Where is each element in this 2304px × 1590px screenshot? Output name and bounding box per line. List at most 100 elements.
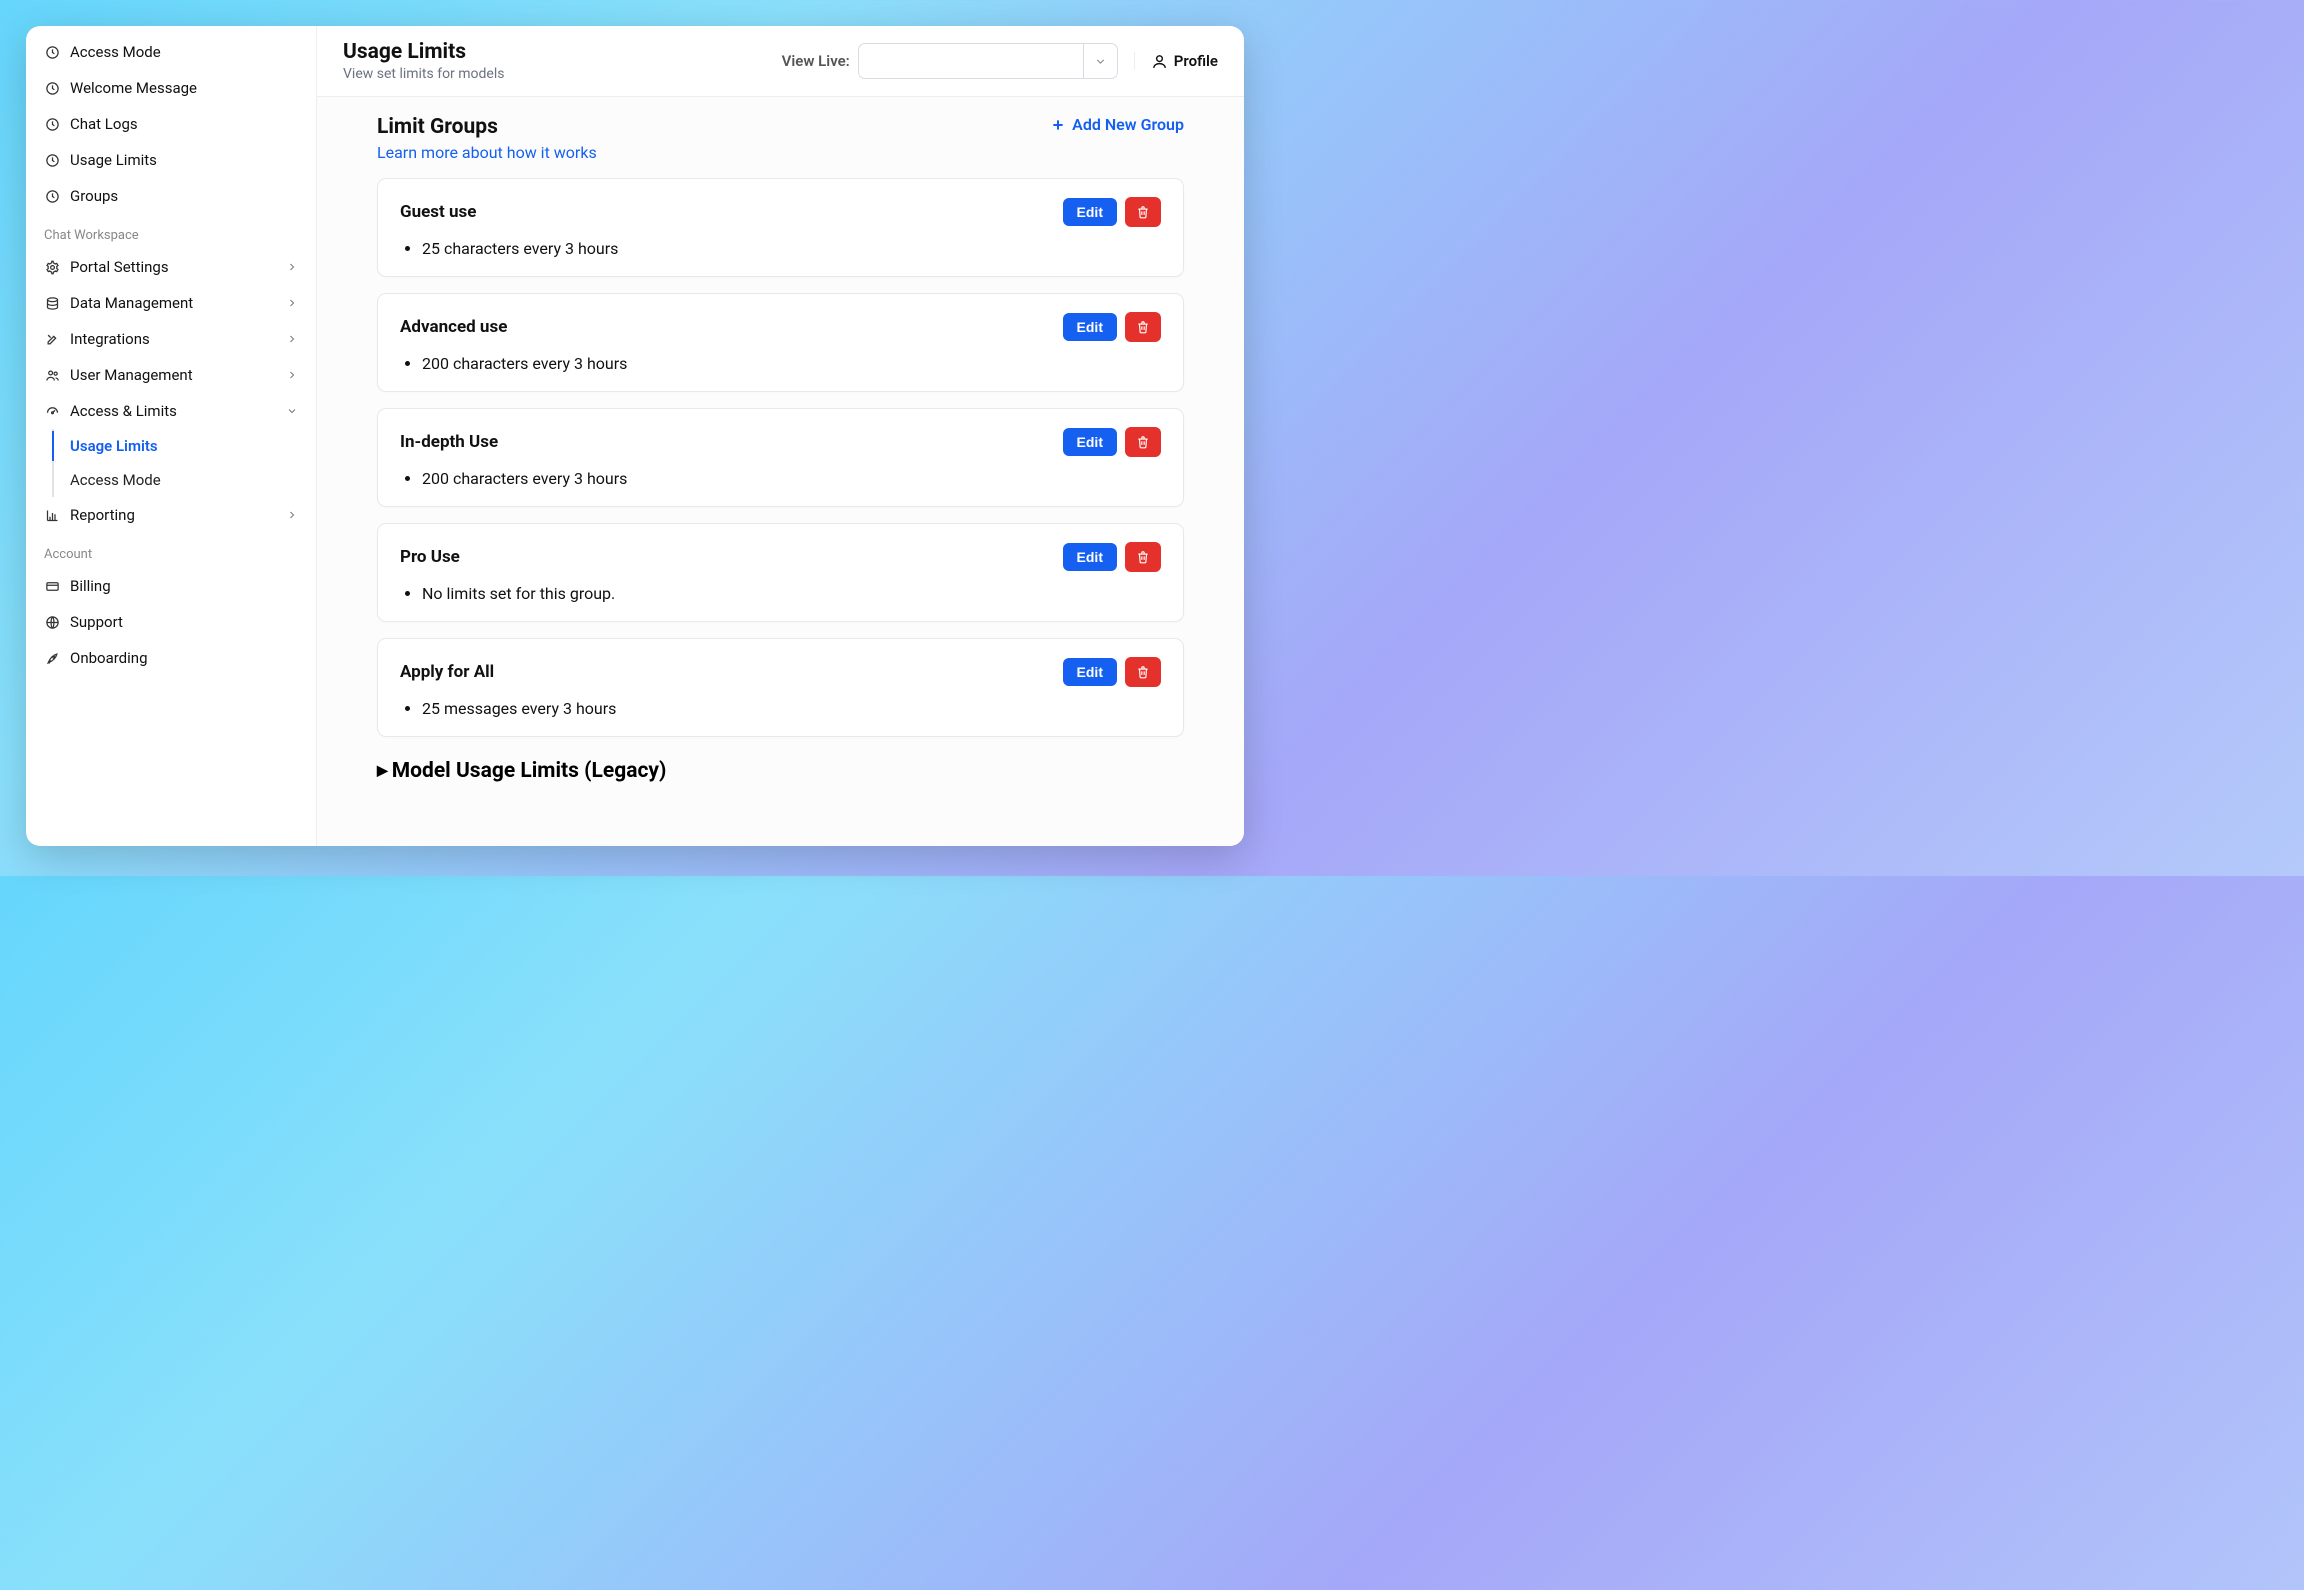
sidebar-item-label: Usage Limits xyxy=(70,151,298,169)
subnav-access-mode[interactable]: Access Mode xyxy=(54,463,310,497)
chevron-right-icon xyxy=(286,369,298,381)
model-usage-limits-legacy-toggle[interactable]: ▶ Model Usage Limits (Legacy) xyxy=(377,759,1184,783)
trash-icon xyxy=(1136,435,1150,449)
add-new-group-button[interactable]: Add New Group xyxy=(1050,115,1184,134)
trash-icon xyxy=(1136,205,1150,219)
rocket-icon xyxy=(44,650,60,666)
clock-icon xyxy=(44,116,60,132)
sidebar-item-label: Access Mode xyxy=(70,43,298,61)
sidebar-item-label: Support xyxy=(70,613,298,631)
chevron-right-icon xyxy=(286,297,298,309)
stack-icon xyxy=(44,295,60,311)
page-titles: Usage Limits View set limits for models xyxy=(343,40,782,82)
users-icon xyxy=(44,367,60,383)
view-live-label: View Live: xyxy=(782,52,850,70)
sidebar-item-label: Reporting xyxy=(70,506,286,524)
chevron-down-icon xyxy=(286,405,298,417)
main-panel: Usage Limits View set limits for models … xyxy=(316,26,1244,846)
sidebar-item-label: Welcome Message xyxy=(70,79,298,97)
sidebar-item-user-management[interactable]: User Management xyxy=(32,357,310,393)
limit-rule: 200 characters every 3 hours xyxy=(422,354,1161,373)
gauge-icon xyxy=(44,403,60,419)
edit-button[interactable]: Edit xyxy=(1063,313,1117,341)
sidebar-item-label: Integrations xyxy=(70,330,286,348)
sidebar-item-portal-settings[interactable]: Portal Settings xyxy=(32,249,310,285)
edit-button[interactable]: Edit xyxy=(1063,658,1117,686)
sidebar-item-reporting[interactable]: Reporting xyxy=(32,497,310,533)
edit-button[interactable]: Edit xyxy=(1063,428,1117,456)
sidebar-item-groups[interactable]: Groups xyxy=(32,178,310,214)
tools-icon xyxy=(44,331,60,347)
legacy-section-title: Model Usage Limits (Legacy) xyxy=(392,759,667,783)
triangle-right-icon: ▶ xyxy=(377,763,388,779)
sidebar-item-support[interactable]: Support xyxy=(32,604,310,640)
sidebar-item-onboarding[interactable]: Onboarding xyxy=(32,640,310,676)
sidebar-item-chat-logs[interactable]: Chat Logs xyxy=(32,106,310,142)
page-subtitle: View set limits for models xyxy=(343,66,782,82)
profile-label: Profile xyxy=(1174,52,1218,70)
limit-group-title: Apply for All xyxy=(400,662,1063,682)
chevron-right-icon xyxy=(286,333,298,345)
clock-icon xyxy=(44,152,60,168)
limit-groups-header: Limit Groups Learn more about how it wor… xyxy=(377,115,1184,162)
clock-icon xyxy=(44,80,60,96)
delete-button[interactable] xyxy=(1125,657,1161,687)
clock-icon xyxy=(44,44,60,60)
globe-icon xyxy=(44,614,60,630)
limit-group-card: Advanced use Edit 200 characters every 3… xyxy=(377,293,1184,392)
sidebar-item-label: Access & Limits xyxy=(70,402,286,420)
learn-more-link[interactable]: Learn more about how it works xyxy=(377,143,597,162)
delete-button[interactable] xyxy=(1125,542,1161,572)
limit-rule: 200 characters every 3 hours xyxy=(422,469,1161,488)
delete-button[interactable] xyxy=(1125,312,1161,342)
sidebar-section-chat-workspace: Chat Workspace xyxy=(32,214,310,249)
view-live-value xyxy=(859,44,1083,78)
limit-rule: 25 characters every 3 hours xyxy=(422,239,1161,258)
sidebar-item-label: Groups xyxy=(70,187,298,205)
clock-icon xyxy=(44,188,60,204)
gear-icon xyxy=(44,259,60,275)
edit-button[interactable]: Edit xyxy=(1063,198,1117,226)
card-icon xyxy=(44,578,60,594)
limit-group-card: In-depth Use Edit 200 characters every 3… xyxy=(377,408,1184,507)
user-icon xyxy=(1151,53,1168,70)
sidebar-item-label: Chat Logs xyxy=(70,115,298,133)
view-live-select[interactable] xyxy=(858,43,1118,79)
delete-button[interactable] xyxy=(1125,197,1161,227)
limit-group-card: Guest use Edit 25 characters every 3 hou… xyxy=(377,178,1184,277)
sidebar-item-label: Billing xyxy=(70,577,298,595)
chevron-right-icon xyxy=(286,509,298,521)
limit-group-cards: Guest use Edit 25 characters every 3 hou… xyxy=(377,178,1184,737)
access-limits-subnav: Usage Limits Access Mode xyxy=(52,429,310,497)
limit-groups-title: Limit Groups xyxy=(377,115,1050,139)
delete-button[interactable] xyxy=(1125,427,1161,457)
limit-rule: No limits set for this group. xyxy=(422,584,1161,603)
content: Limit Groups Learn more about how it wor… xyxy=(317,97,1244,846)
limit-group-card: Pro Use Edit No limits set for this grou… xyxy=(377,523,1184,622)
edit-button[interactable]: Edit xyxy=(1063,543,1117,571)
sidebar-item-welcome-message[interactable]: Welcome Message xyxy=(32,70,310,106)
profile-button[interactable]: Profile xyxy=(1134,52,1218,70)
topbar: Usage Limits View set limits for models … xyxy=(317,26,1244,97)
sidebar-item-usage-limits[interactable]: Usage Limits xyxy=(32,142,310,178)
sidebar-item-access-limits[interactable]: Access & Limits xyxy=(32,393,310,429)
subnav-usage-limits[interactable]: Usage Limits xyxy=(54,429,310,463)
sidebar-item-label: Onboarding xyxy=(70,649,298,667)
trash-icon xyxy=(1136,665,1150,679)
sidebar-section-account: Account xyxy=(32,533,310,568)
trash-icon xyxy=(1136,550,1150,564)
limit-group-title: In-depth Use xyxy=(400,432,1063,452)
trash-icon xyxy=(1136,320,1150,334)
sidebar-item-billing[interactable]: Billing xyxy=(32,568,310,604)
chevron-right-icon xyxy=(286,261,298,273)
sidebar-item-integrations[interactable]: Integrations xyxy=(32,321,310,357)
add-new-group-label: Add New Group xyxy=(1072,115,1184,134)
sidebar-item-data-management[interactable]: Data Management xyxy=(32,285,310,321)
sidebar-item-access-mode[interactable]: Access Mode xyxy=(32,34,310,70)
limit-group-card: Apply for All Edit 25 messages every 3 h… xyxy=(377,638,1184,737)
plus-icon xyxy=(1050,117,1066,133)
sidebar-item-label: Data Management xyxy=(70,294,286,312)
limit-group-title: Guest use xyxy=(400,202,1063,222)
sidebar: Access Mode Welcome Message Chat Logs Us… xyxy=(26,26,316,846)
limit-group-title: Advanced use xyxy=(400,317,1063,337)
